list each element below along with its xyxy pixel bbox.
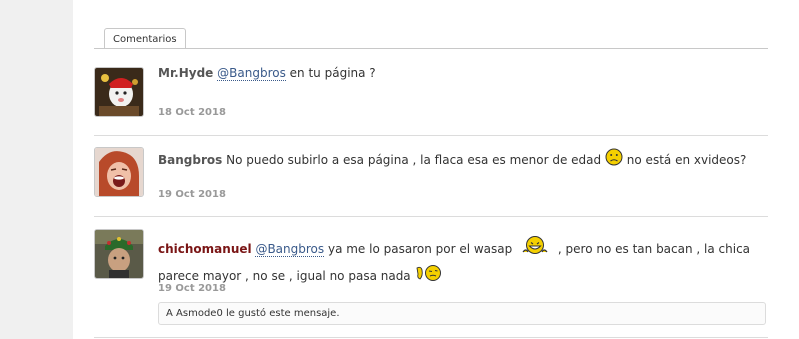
comment-2-text: Bangbros No puedo subirlo a esa página ,…	[158, 148, 746, 173]
comment-body: en tu página ?	[289, 66, 376, 80]
comment-body-line2: parece mayor , no se , igual no pasa nad…	[158, 269, 411, 283]
comment-author[interactable]: Mr.Hyde	[158, 66, 213, 80]
mention-link[interactable]: @Bangbros	[255, 242, 325, 257]
comment-1-text: Mr.Hyde @Bangbros en tu página ?	[158, 62, 376, 84]
comment-date: 18 Oct 2018	[158, 107, 226, 118]
comments-panel: Comentarios Mr.Hyde @Bangbros en tu pági…	[73, 0, 799, 339]
laughing-smiley-icon	[520, 235, 550, 264]
liked-by-user-link[interactable]: Asmode0	[176, 308, 223, 319]
likes-summary: A Asmode0 le gustó este mensaje.	[158, 302, 766, 325]
comment-author[interactable]: Bangbros	[158, 153, 222, 167]
comment-body: No puedo subirlo a esa página , la flaca…	[226, 153, 602, 167]
comment-divider	[94, 337, 768, 338]
comment-date: 19 Oct 2018	[158, 283, 226, 294]
tab-comentarios[interactable]: Comentarios	[104, 28, 186, 49]
likes-prefix: A	[166, 308, 173, 319]
avatar-mr-hyde[interactable]	[94, 67, 144, 117]
left-sidebar	[0, 0, 73, 339]
whistling-smiley-icon	[415, 264, 443, 289]
comment-divider	[94, 216, 768, 217]
comment-body: ya me lo pasaron por el wasap	[327, 242, 513, 256]
comment-3-text: chichomanuel @Bangbros ya me lo pasaron …	[158, 235, 750, 289]
mention-link[interactable]: @Bangbros	[217, 66, 286, 81]
likes-suffix: le gustó este mensaje.	[226, 308, 340, 319]
sad-smiley-icon	[605, 148, 623, 173]
comment-body-mid: , pero no es tan bacan , la chica	[557, 242, 751, 256]
avatar-bangbros[interactable]	[94, 147, 144, 197]
tab-underline	[94, 48, 768, 49]
comment-body-tail: no está en xvideos?	[626, 153, 747, 167]
comment-divider	[94, 135, 768, 136]
comment-date: 19 Oct 2018	[158, 189, 226, 200]
avatar-chichomanuel[interactable]	[94, 229, 144, 279]
comment-author[interactable]: chichomanuel	[158, 242, 252, 256]
